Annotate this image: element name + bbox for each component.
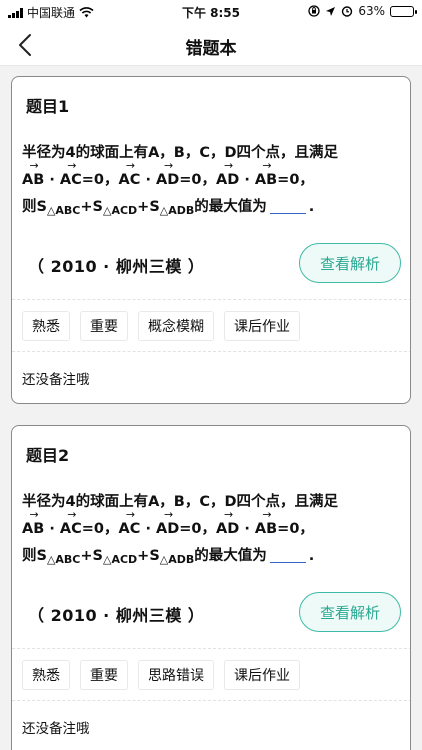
tag-important[interactable]: 重要: [80, 311, 128, 341]
question-text: 半径为4的球面上有A，B，C，D四个点，且满足 AB · AC=0，AC · A…: [22, 140, 407, 224]
vector-ab: AB: [22, 501, 45, 543]
vector-ad: AD: [156, 501, 180, 543]
question-note[interactable]: 还没备注哦: [22, 717, 90, 737]
answer-blank: [269, 200, 306, 214]
orientation-lock-icon: [308, 5, 320, 17]
alarm-icon: [342, 6, 353, 17]
vector-ac: AC: [60, 152, 82, 194]
question-line: 则S△ABC+S△ACD+S△ADB的最大值为.: [22, 548, 315, 566]
tag-important[interactable]: 重要: [80, 660, 128, 690]
vector-ac: AC: [119, 152, 141, 194]
question-source: （ 2010 · 柳州三模 ）: [28, 606, 205, 625]
tag-homework[interactable]: 课后作业: [224, 660, 300, 690]
answer-blank: [269, 549, 306, 563]
vector-ab: AB: [22, 152, 45, 194]
question-line: AB · AC=0，AC · AD=0，AD · AB=0，: [22, 152, 407, 194]
divider: [12, 351, 410, 352]
status-bar: 中国联通 下午 8:55 63%: [0, 0, 422, 24]
nav-bar: 错题本: [0, 24, 422, 66]
question-note[interactable]: 还没备注哦: [22, 368, 90, 388]
tag-list: 熟悉 重要 概念模糊 课后作业: [22, 311, 300, 341]
question-card-2: 题目2 半径为4的球面上有A，B，C，D四个点，且满足 AB · AC=0，AC…: [11, 425, 411, 750]
tag-familiar[interactable]: 熟悉: [22, 660, 70, 690]
tag-concept-unclear[interactable]: 概念模糊: [138, 311, 214, 341]
question-line: AB · AC=0，AC · AD=0，AD · AB=0，: [22, 501, 407, 543]
vector-ad: AD: [156, 152, 180, 194]
question-card-1: 题目1 半径为4的球面上有A，B，C，D四个点，且满足 AB · AC=0，AC…: [11, 76, 411, 404]
question-title: 题目1: [26, 97, 70, 116]
tag-homework[interactable]: 课后作业: [224, 311, 300, 341]
back-button[interactable]: [10, 30, 40, 60]
battery-icon: [390, 5, 417, 17]
page-title: 错题本: [185, 39, 237, 59]
vector-ab: AB: [255, 152, 278, 194]
divider: [12, 299, 410, 300]
question-line: 则S△ABC+S△ACD+S△ADB的最大值为.: [22, 199, 315, 217]
vector-ad: AD: [216, 152, 240, 194]
tag-list: 熟悉 重要 思路错误 课后作业: [22, 660, 300, 690]
vector-ad: AD: [216, 501, 240, 543]
vector-ac: AC: [119, 501, 141, 543]
chevron-left-icon: [19, 34, 31, 56]
tag-familiar[interactable]: 熟悉: [22, 311, 70, 341]
location-icon: [326, 6, 336, 16]
vector-ab: AB: [255, 501, 278, 543]
vector-ac: AC: [60, 501, 82, 543]
question-source: （ 2010 · 柳州三模 ）: [28, 257, 205, 276]
view-analysis-button[interactable]: 查看解析: [299, 592, 401, 632]
view-analysis-button[interactable]: 查看解析: [299, 243, 401, 283]
divider: [12, 648, 410, 649]
battery-percent: 63%: [358, 4, 385, 18]
question-text: 半径为4的球面上有A，B，C，D四个点，且满足 AB · AC=0，AC · A…: [22, 489, 407, 573]
tag-wrong-approach[interactable]: 思路错误: [138, 660, 214, 690]
question-title: 题目2: [26, 446, 70, 465]
divider: [12, 700, 410, 701]
